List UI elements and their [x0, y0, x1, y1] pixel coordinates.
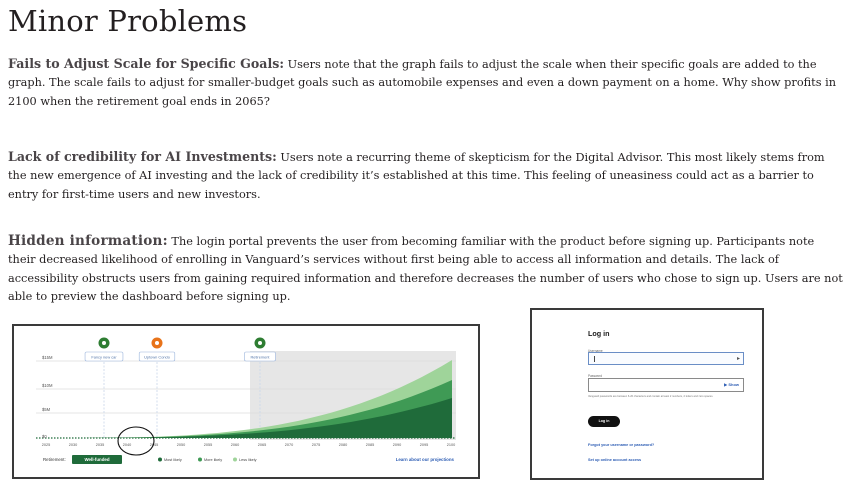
x-tick-label: 2090	[393, 443, 401, 447]
y-tick-label: $10M	[42, 383, 53, 388]
text-caret	[594, 356, 595, 362]
section-credibility: Lack of credibility for AI Investments: …	[8, 148, 843, 204]
highlight-circle	[117, 426, 155, 456]
y-tick-label: $5M	[42, 407, 51, 412]
setup-account-link[interactable]: Set up online account access	[588, 458, 641, 462]
section-hidden-info-title: Hidden information:	[8, 233, 168, 249]
status-badge-label: Well-funded	[84, 457, 109, 462]
forgot-credentials-link[interactable]: Forgot your username or password?	[588, 443, 654, 447]
x-tick-label: 2080	[339, 443, 347, 447]
x-tick-label: 2075	[312, 443, 320, 447]
x-tick-label: 2060	[231, 443, 239, 447]
password-hint: Vanguard passwords are between 6-20 char…	[588, 395, 714, 398]
login-button[interactable]: Log in	[588, 416, 620, 427]
x-tick-label: 2070	[285, 443, 293, 447]
x-tick-label: 2030	[69, 443, 77, 447]
home-icon-glyph	[155, 341, 159, 345]
section-scale-title: Fails to Adjust Scale for Specific Goals…	[8, 56, 284, 71]
x-tick-label: 2050	[177, 443, 185, 447]
x-tick-label: 2065	[258, 443, 266, 447]
x-tick-label: 2085	[366, 443, 374, 447]
goal-label: Uptown Condo	[144, 355, 170, 360]
legend-more-likely: More likely	[204, 458, 222, 462]
projection-chart: $15M$10M$5M$0 2025 2030 2035 2040 2045 2050 20…	[36, 337, 456, 464]
retirement-label: Retirement:	[43, 457, 66, 462]
section-credibility-title: Lack of credibility for AI Investments:	[8, 149, 277, 164]
password-input[interactable]: ▶ Show	[588, 378, 744, 392]
x-tick-label: 2040	[123, 443, 131, 447]
username-input[interactable]: ▸	[588, 352, 744, 365]
login-portal-screenshot: Log in Username ▸ Password ▶ Show Vangua…	[530, 308, 764, 480]
user-icon: ▸	[736, 356, 740, 362]
legend-most-likely-dot	[158, 457, 162, 462]
login-title: Log in	[588, 329, 610, 338]
legend-more-likely-dot	[198, 457, 202, 462]
learn-projections-link[interactable]: Learn about our projections	[396, 457, 455, 462]
x-tick-label: 2100	[447, 443, 455, 447]
x-tick-label: 2025	[42, 443, 50, 447]
legend-less-likely: Less likely	[239, 458, 257, 462]
x-tick-label: 2055	[204, 443, 212, 447]
x-tick-label: 2095	[420, 443, 428, 447]
goal-marker-lines	[103, 362, 261, 438]
section-scale: Fails to Adjust Scale for Specific Goals…	[8, 55, 843, 111]
y-tick-label: $15M	[42, 355, 53, 360]
section-hidden-info: Hidden information: The login portal pre…	[8, 232, 843, 306]
retirement-icon-glyph	[258, 341, 262, 345]
goal-label: Retirement	[250, 355, 270, 360]
car-icon-glyph	[102, 341, 106, 345]
show-password-toggle[interactable]: ▶ Show	[724, 382, 739, 387]
projection-chart-screenshot: $15M $10M $5M $0 2025 2030 2035 2040 2045 2050 20…	[12, 324, 480, 479]
page-heading: Minor Problems	[8, 4, 248, 38]
y-tick-label: $0	[42, 434, 47, 439]
show-label: Show	[728, 382, 739, 387]
goal-label: Fancy new car	[91, 355, 117, 360]
legend-less-likely-dot	[233, 457, 237, 462]
legend-most-likely: Most likely	[164, 458, 182, 462]
x-tick-label: 2035	[96, 443, 104, 447]
